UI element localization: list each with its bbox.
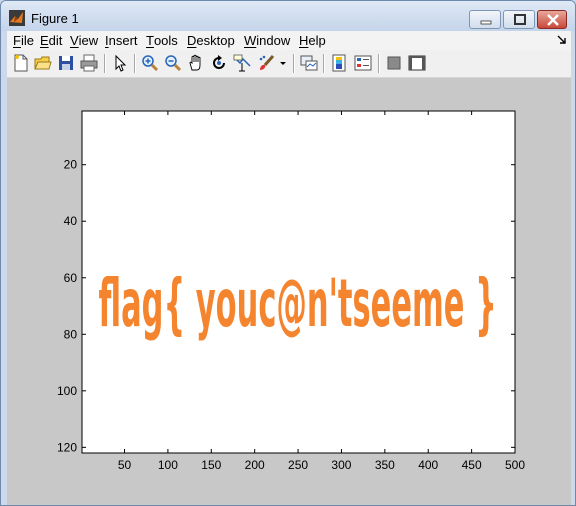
x-tick-label: 500 <box>505 458 525 472</box>
x-tick-label: 50 <box>118 458 132 472</box>
x-tick-label: 400 <box>418 458 438 472</box>
x-tick-label: 100 <box>158 458 178 472</box>
x-tick-label: 300 <box>331 458 351 472</box>
x-tick-label: 450 <box>462 458 482 472</box>
figure-window: Figure 1 File Edit View Insert Tools Des… <box>0 0 576 506</box>
image-text: flag{ youc@n'tseeme } <box>98 265 496 342</box>
x-tick-label: 150 <box>201 458 221 472</box>
x-tick-label: 350 <box>375 458 395 472</box>
y-tick-label: 40 <box>64 214 78 228</box>
axes-chart[interactable]: flag{ youc@n'tseeme } 50 100 150 200 250 300 35… <box>1 1 576 506</box>
y-tick-label: 100 <box>57 384 77 398</box>
x-tick-label: 250 <box>288 458 308 472</box>
y-tick-label: 80 <box>64 327 78 341</box>
x-tick-label: 200 <box>245 458 265 472</box>
y-tick-label: 120 <box>57 440 77 454</box>
y-tick-label: 20 <box>64 158 78 172</box>
y-tick-label: 60 <box>64 271 78 285</box>
